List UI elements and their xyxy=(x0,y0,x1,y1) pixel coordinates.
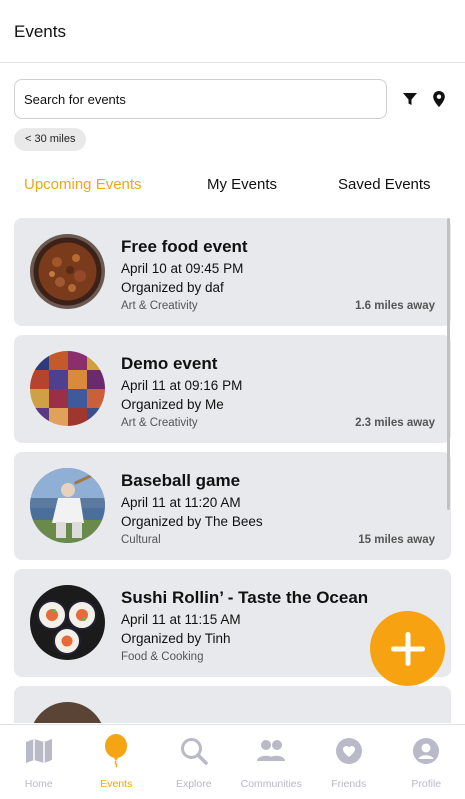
search-icon xyxy=(178,735,210,767)
location-pin-icon[interactable] xyxy=(427,87,451,111)
map-icon xyxy=(23,735,55,767)
event-organizer: Organized by Me xyxy=(121,397,224,412)
nav-label: Friends xyxy=(331,778,367,790)
event-category: Art & Creativity xyxy=(121,300,198,312)
event-card[interactable] xyxy=(14,686,451,723)
people-icon xyxy=(255,735,287,767)
event-image xyxy=(30,585,105,660)
event-name: Demo event xyxy=(121,354,218,373)
event-organizer: Organized by The Bees xyxy=(121,514,263,529)
balloon-icon xyxy=(100,734,132,768)
nav-communities[interactable]: Communities xyxy=(233,725,311,799)
event-date: April 11 at 11:15 AM xyxy=(121,612,241,627)
event-date: April 10 at 09:45 PM xyxy=(121,261,244,276)
event-card[interactable]: Free food event April 10 at 09:45 PM Org… xyxy=(14,218,451,326)
distance-filter-chip[interactable]: < 30 miles xyxy=(14,128,87,151)
event-organizer: Organized by Tinh xyxy=(121,631,231,646)
nav-friends[interactable]: Friends xyxy=(310,725,388,799)
event-image xyxy=(30,702,105,723)
nav-label: Profile xyxy=(411,778,442,790)
nav-home[interactable]: Home xyxy=(0,725,78,799)
tab-saved-events[interactable]: Saved Events xyxy=(338,176,431,193)
search-input[interactable] xyxy=(24,91,386,107)
event-image xyxy=(30,468,105,543)
event-category: Cultural xyxy=(121,534,161,546)
nav-profile[interactable]: Profile xyxy=(388,725,465,799)
add-event-button[interactable] xyxy=(370,611,445,686)
event-image xyxy=(30,351,105,426)
nav-label: Explore xyxy=(175,778,212,790)
nav-label: Events xyxy=(100,778,133,790)
plus-icon xyxy=(390,631,425,666)
nav-label: Communities xyxy=(240,778,302,790)
event-distance: 1.6 miles away xyxy=(355,300,435,312)
event-name: Baseball game xyxy=(121,471,241,490)
event-organizer: Organized by daf xyxy=(121,280,224,295)
event-name: Sushi Rollin’ - Taste the Ocean xyxy=(121,588,369,607)
event-name: Free food event xyxy=(121,237,248,256)
event-distance: 15 miles away xyxy=(358,534,435,546)
tab-upcoming-events[interactable]: Upcoming Events xyxy=(24,176,142,193)
nav-events[interactable]: Events xyxy=(78,725,156,799)
event-distance: 2.3 miles away xyxy=(355,417,435,429)
heart-icon xyxy=(333,735,365,767)
filter-icon[interactable] xyxy=(398,87,422,111)
nav-explore[interactable]: Explore xyxy=(155,725,233,799)
event-tabs: Upcoming Events My Events Saved Events xyxy=(0,176,465,202)
page-title: Events xyxy=(14,22,66,41)
search-box[interactable] xyxy=(14,79,387,119)
event-date: April 11 at 09:16 PM xyxy=(121,378,243,393)
nav-label: Home xyxy=(24,778,53,790)
search-row xyxy=(14,79,451,119)
event-card[interactable]: Demo event April 11 at 09:16 PM Organize… xyxy=(14,335,451,443)
app-header: Events xyxy=(0,0,465,63)
tab-my-events[interactable]: My Events xyxy=(207,176,277,193)
event-card[interactable]: Baseball game April 11 at 11:20 AM Organ… xyxy=(14,452,451,560)
bottom-nav: Home Events Explore Communities Friends … xyxy=(0,724,465,799)
event-date: April 11 at 11:20 AM xyxy=(121,495,241,510)
event-image xyxy=(30,234,105,309)
list-scrollbar[interactable] xyxy=(447,218,450,510)
user-icon xyxy=(410,735,442,767)
event-category: Art & Creativity xyxy=(121,417,198,429)
event-category: Food & Cooking xyxy=(121,651,204,663)
